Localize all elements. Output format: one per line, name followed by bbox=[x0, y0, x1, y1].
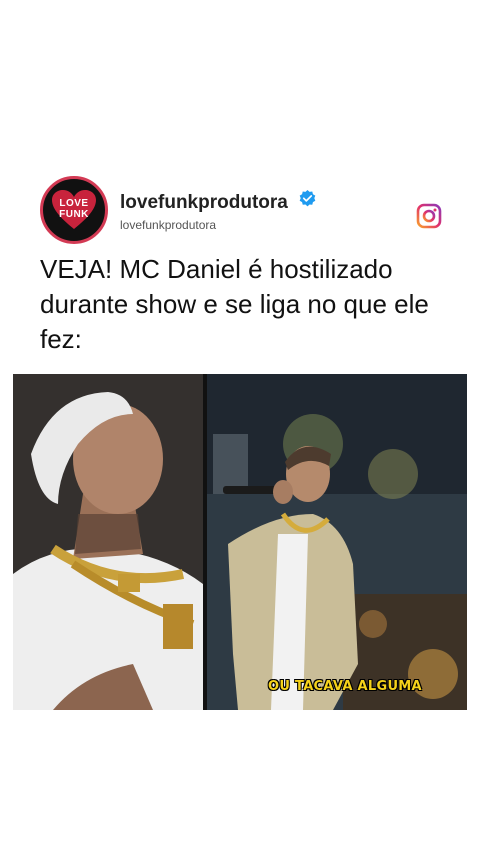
verified-badge-icon bbox=[299, 189, 316, 213]
user-handle: lovefunkprodutora bbox=[120, 218, 217, 232]
post-headline: VEJA! MC Daniel é hostilizado durante sh… bbox=[40, 254, 429, 354]
instagram-icon[interactable] bbox=[416, 203, 442, 229]
post-image[interactable]: OU TACAVA ALGUMA bbox=[13, 374, 467, 710]
avatar[interactable]: LOVE FUNK bbox=[40, 176, 108, 244]
avatar-logo-line2: FUNK bbox=[59, 209, 89, 220]
avatar-logo-text: LOVE FUNK bbox=[51, 198, 97, 220]
post-header: LOVE FUNK lovefunkprodutora lovefunkprod… bbox=[40, 176, 450, 244]
heart-logo-icon: LOVE FUNK bbox=[51, 189, 97, 231]
username-row[interactable]: lovefunkprodutora bbox=[120, 189, 316, 214]
username[interactable]: lovefunkprodutora bbox=[120, 192, 288, 213]
video-caption: OU TACAVA ALGUMA bbox=[268, 679, 422, 694]
avatar-logo-line1: LOVE bbox=[59, 198, 89, 209]
